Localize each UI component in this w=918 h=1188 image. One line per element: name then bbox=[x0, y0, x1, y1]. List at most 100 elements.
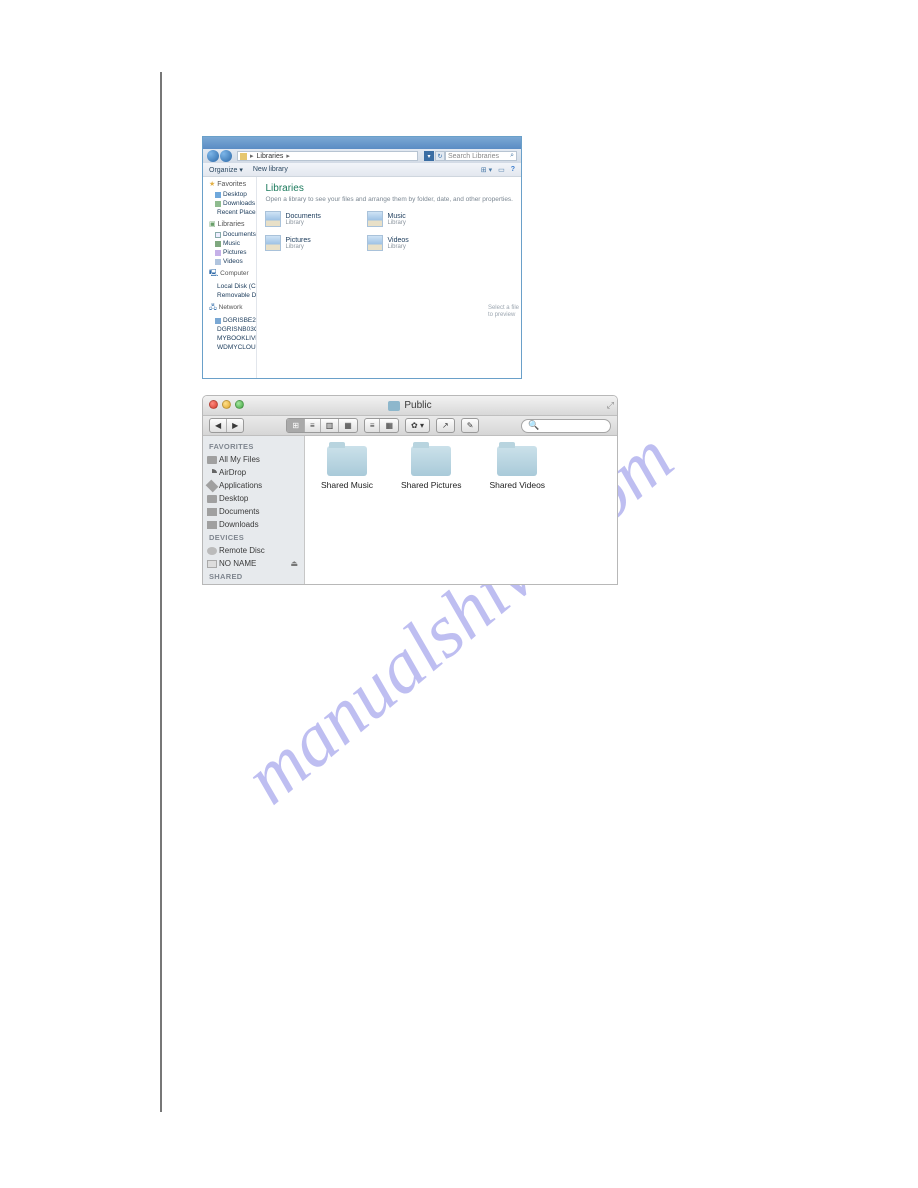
finder-main-pane: Shared Music Shared Pictures Shared Vide… bbox=[305, 436, 617, 584]
back-button[interactable] bbox=[207, 150, 219, 162]
zoom-button[interactable] bbox=[235, 400, 244, 409]
star-icon: ★ bbox=[209, 181, 215, 188]
sidebar-section-network[interactable]: 🖧 Network bbox=[207, 303, 256, 314]
library-item-name: Music bbox=[387, 213, 405, 220]
sidebar-item-recent-places[interactable]: Recent Places bbox=[207, 208, 256, 217]
search-input[interactable]: Search Libraries ⌕ bbox=[445, 151, 517, 161]
library-item-name: Documents bbox=[285, 213, 320, 220]
sidebar-item-downloads[interactable]: Downloads bbox=[203, 518, 304, 531]
library-item-name: Pictures bbox=[285, 237, 310, 244]
sidebar-item-local-disk[interactable]: Local Disk (C:) bbox=[207, 282, 256, 291]
new-library-button[interactable]: New library bbox=[253, 166, 288, 173]
sidebar-item-remote-disc[interactable]: Remote Disc bbox=[203, 544, 304, 557]
sidebar-section-computer[interactable]: 🖳 Computer bbox=[207, 269, 256, 280]
library-folder-icon bbox=[367, 235, 383, 251]
close-button[interactable] bbox=[209, 400, 218, 409]
folder-icon bbox=[207, 521, 217, 529]
preview-pane-button[interactable]: ▭ bbox=[498, 166, 505, 174]
view-coverflow-button[interactable]: ▦ bbox=[339, 419, 357, 432]
sidebar-item-pictures[interactable]: Pictures bbox=[207, 248, 256, 257]
desktop-icon bbox=[207, 495, 217, 503]
view-icons-button[interactable]: ⊞ bbox=[287, 419, 305, 432]
folder-icon bbox=[207, 508, 217, 516]
nav-bar: ▸ Libraries ▸ ▾ ↻ Search Libraries ⌕ bbox=[203, 149, 521, 163]
applications-icon bbox=[206, 479, 219, 492]
address-dropdown-button[interactable]: ▾ bbox=[424, 151, 434, 161]
window-titlebar[interactable] bbox=[203, 137, 521, 149]
download-icon bbox=[215, 201, 221, 207]
sidebar-item-shared-device[interactable]: WDMyCloudDL4100⏏ bbox=[203, 583, 304, 585]
sidebar-item-desktop[interactable]: Desktop bbox=[203, 492, 304, 505]
sidebar-item-network-node[interactable]: DGRISBE2 bbox=[207, 316, 256, 325]
main-pane: Libraries Open a library to see your fil… bbox=[257, 177, 521, 378]
sidebar-item-removable-disk[interactable]: Removable Disk (E:) bbox=[207, 291, 256, 300]
forward-button[interactable]: ▶ bbox=[227, 419, 243, 432]
library-item-name: Videos bbox=[387, 237, 408, 244]
folder-icon bbox=[327, 446, 367, 476]
sidebar-section-favorites[interactable]: ★Favorites bbox=[207, 180, 256, 188]
library-item-videos[interactable]: Videos Library bbox=[367, 235, 465, 251]
document-icon bbox=[215, 232, 221, 238]
sidebar-item-desktop[interactable]: Desktop bbox=[207, 190, 256, 199]
refresh-button[interactable]: ↻ bbox=[435, 151, 445, 161]
share-button[interactable]: ↗ bbox=[437, 419, 454, 432]
organize-button[interactable]: Organize ▾ bbox=[209, 166, 243, 174]
eject-icon[interactable]: ⏏ bbox=[290, 559, 298, 568]
network-icon: 🖧 bbox=[209, 304, 217, 311]
sidebar-item-network-node[interactable]: DGRISNB03C bbox=[207, 325, 256, 334]
library-folder-icon bbox=[367, 211, 383, 227]
help-button[interactable]: ? bbox=[511, 166, 515, 173]
view-options-button[interactable]: ⊞ ▾ bbox=[481, 166, 492, 174]
minimize-button[interactable] bbox=[222, 400, 231, 409]
sidebar: ★Favorites Desktop Downloads Recent Plac… bbox=[203, 177, 257, 378]
view-list-button[interactable]: ≡ bbox=[305, 419, 321, 432]
folder-label: Shared Videos bbox=[489, 480, 545, 490]
resize-icon[interactable]: ⤢ bbox=[607, 400, 614, 411]
arrange-button-1[interactable]: ≡ bbox=[365, 419, 381, 432]
folder-item-shared-music[interactable]: Shared Music bbox=[321, 446, 373, 490]
sidebar-section-shared: SHARED bbox=[203, 570, 304, 583]
folder-icon bbox=[388, 401, 400, 411]
finder-toolbar: ◀ ▶ ⊞ ≡ ▥ ▦ ≡ ▦ ✿ ▾ ↗ bbox=[203, 416, 617, 436]
libraries-icon: ▣ bbox=[209, 221, 216, 228]
sidebar-item-documents[interactable]: Documents bbox=[203, 505, 304, 518]
sidebar-item-all-my-files[interactable]: All My Files bbox=[203, 453, 304, 466]
library-item-kind: Library bbox=[285, 220, 320, 226]
computer-node-icon bbox=[215, 318, 221, 324]
search-input[interactable]: 🔍 bbox=[521, 419, 611, 433]
sidebar-item-applications[interactable]: Applications bbox=[203, 479, 304, 492]
sidebar-item-network-node[interactable]: WDMYCLOUDMIRR bbox=[207, 343, 256, 352]
toolbar: Organize ▾ New library ⊞ ▾ ▭ ? bbox=[203, 163, 521, 177]
search-icon: ⌕ bbox=[510, 152, 514, 160]
folder-item-shared-pictures[interactable]: Shared Pictures bbox=[401, 446, 461, 490]
sidebar-item-music[interactable]: Music bbox=[207, 239, 256, 248]
sidebar-item-downloads[interactable]: Downloads bbox=[207, 199, 256, 208]
content-subtitle: Open a library to see your files and arr… bbox=[265, 196, 513, 203]
folder-item-shared-videos[interactable]: Shared Videos bbox=[489, 446, 545, 490]
vertical-rule bbox=[160, 72, 162, 1112]
sidebar-item-documents[interactable]: Documents bbox=[207, 230, 256, 239]
library-item-documents[interactable]: Documents Library bbox=[265, 211, 363, 227]
breadcrumb-bar[interactable]: ▸ Libraries ▸ bbox=[237, 151, 418, 161]
sidebar-item-network-node[interactable]: MYBOOKLIVEDB2 bbox=[207, 334, 256, 343]
libraries-icon bbox=[240, 153, 247, 160]
search-placeholder: Search Libraries bbox=[448, 153, 499, 160]
view-mode-segment: ⊞ ≡ ▥ ▦ bbox=[286, 418, 358, 433]
sidebar-item-no-name[interactable]: NO NAME⏏ bbox=[203, 557, 304, 570]
library-item-kind: Library bbox=[285, 244, 310, 250]
library-item-music[interactable]: Music Library bbox=[367, 211, 465, 227]
sidebar-item-airdrop[interactable]: AirDrop bbox=[203, 466, 304, 479]
finder-titlebar[interactable]: Public ⤢ bbox=[203, 396, 617, 416]
finder-sidebar: FAVORITES All My Files AirDrop Applicati… bbox=[203, 436, 305, 584]
nav-buttons: ◀ ▶ bbox=[209, 418, 244, 433]
sidebar-section-libraries[interactable]: ▣Libraries bbox=[207, 220, 256, 228]
back-button[interactable]: ◀ bbox=[210, 419, 227, 432]
forward-button[interactable] bbox=[220, 150, 232, 162]
edit-tags-button[interactable]: ✎ bbox=[462, 419, 479, 432]
library-item-pictures[interactable]: Pictures Library bbox=[265, 235, 363, 251]
action-gear-button[interactable]: ✿ ▾ bbox=[406, 419, 429, 432]
sidebar-section-favorites: FAVORITES bbox=[203, 440, 304, 453]
view-columns-button[interactable]: ▥ bbox=[321, 419, 340, 432]
sidebar-item-videos[interactable]: Videos bbox=[207, 257, 256, 266]
arrange-button-2[interactable]: ▦ bbox=[380, 419, 398, 432]
